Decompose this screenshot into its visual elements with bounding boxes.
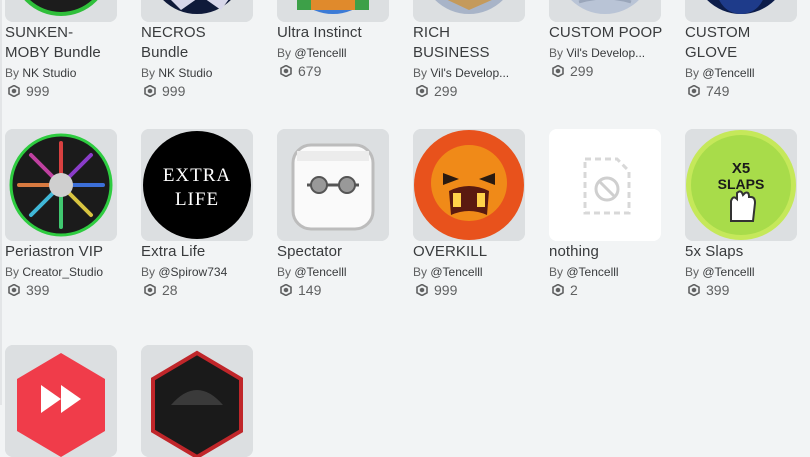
item-card[interactable]: X5 SLAPS 5x Slaps By @Tencelll 399 — [685, 129, 799, 299]
item-thumbnail[interactable] — [141, 0, 253, 22]
item-price: 399 — [685, 281, 799, 299]
svg-text:SLAPS: SLAPS — [718, 176, 765, 192]
robux-icon — [144, 85, 156, 97]
item-creator[interactable]: By Vil's Develop... — [413, 65, 527, 81]
item-thumbnail[interactable] — [5, 0, 117, 22]
item-card[interactable]: NECROS Bundle By NK Studio 999 — [141, 0, 255, 100]
robux-icon — [416, 284, 428, 296]
item-thumbnail[interactable] — [549, 0, 661, 22]
item-creator[interactable]: By NK Studio — [141, 65, 255, 81]
item-card[interactable]: OVERKILL By @Tencelll 999 — [413, 129, 527, 299]
item-thumbnail[interactable] — [5, 129, 117, 241]
item-card[interactable]: Periastron VIP By Creator_Studio 399 — [5, 129, 119, 299]
item-thumbnail[interactable]: X5 SLAPS — [685, 129, 797, 241]
item-card[interactable]: CUSTOM POOP By Vil's Develop... 299 — [549, 0, 663, 80]
robux-icon — [280, 284, 292, 296]
item-thumbnail[interactable] — [685, 0, 797, 22]
item-price: 999 — [141, 82, 255, 100]
item-title[interactable]: Spectator — [277, 242, 391, 262]
item-creator[interactable]: By @Spirow734 — [141, 264, 255, 280]
item-title[interactable]: CUSTOM GLOVE — [685, 23, 799, 63]
item-title[interactable]: nothing — [549, 242, 663, 262]
robux-icon — [552, 65, 564, 77]
item-price: 999 — [5, 82, 119, 100]
item-card[interactable]: RICH BUSINESS By Vil's Develop... 299 — [413, 0, 527, 100]
item-creator[interactable]: By @Tencelll — [277, 45, 391, 61]
item-creator[interactable]: By Creator_Studio — [5, 264, 119, 280]
item-title[interactable]: SUNKEN- MOBY Bundle — [5, 23, 119, 63]
item-thumbnail[interactable] — [277, 0, 389, 22]
item-price: 299 — [413, 82, 527, 100]
item-card[interactable]: nothing By @Tencelll 2 — [549, 129, 663, 299]
item-card[interactable]: Spectator By @Tencelll 149 — [277, 129, 391, 299]
item-title[interactable]: Periastron VIP — [5, 242, 119, 262]
robux-icon — [688, 284, 700, 296]
item-price: 399 — [5, 281, 119, 299]
robux-icon — [552, 284, 564, 296]
item-card[interactable] — [141, 345, 255, 457]
item-price: 2 — [549, 281, 663, 299]
item-card[interactable]: Ultra Instinct By @Tencelll 679 — [277, 0, 391, 80]
item-card[interactable] — [5, 345, 119, 457]
svg-text:LIFE: LIFE — [175, 189, 219, 210]
item-title[interactable]: OVERKILL — [413, 242, 527, 262]
item-creator[interactable]: By @Tencelll — [685, 264, 799, 280]
item-title[interactable]: CUSTOM POOP — [549, 23, 663, 43]
item-title[interactable]: 5x Slaps — [685, 242, 799, 262]
robux-icon — [688, 85, 700, 97]
item-title[interactable]: Extra Life — [141, 242, 255, 262]
item-thumbnail[interactable] — [5, 345, 117, 457]
robux-icon — [8, 85, 20, 97]
item-price: 679 — [277, 62, 391, 80]
item-thumbnail[interactable] — [413, 129, 525, 241]
item-creator[interactable]: By @Tencelll — [685, 65, 799, 81]
item-grid: SUNKEN- MOBY Bundle By NK Studio 999 NEC… — [0, 0, 810, 457]
item-thumbnail[interactable]: EXTRA LIFE — [141, 129, 253, 241]
fast-forward-icon — [5, 345, 117, 457]
item-price: 149 — [277, 281, 391, 299]
item-creator[interactable]: By @Tencelll — [277, 264, 391, 280]
item-creator[interactable]: By @Tencelll — [549, 264, 663, 280]
item-title[interactable]: RICH BUSINESS — [413, 23, 527, 63]
item-creator[interactable]: By @Tencelll — [413, 264, 527, 280]
item-thumbnail[interactable] — [549, 129, 661, 241]
item-creator[interactable]: By Vil's Develop... — [549, 45, 663, 61]
robux-icon — [416, 85, 428, 97]
robux-icon — [8, 284, 20, 296]
svg-text:X5: X5 — [732, 160, 750, 177]
item-thumbnail[interactable] — [277, 129, 389, 241]
item-creator[interactable]: By NK Studio — [5, 65, 119, 81]
item-title[interactable]: NECROS Bundle — [141, 23, 255, 63]
broken-image-icon — [549, 129, 661, 241]
item-price: 999 — [413, 281, 527, 299]
item-title[interactable]: Ultra Instinct — [277, 23, 391, 43]
extra-life-thumb-text: EXTRA — [163, 165, 231, 186]
item-card[interactable]: SUNKEN- MOBY Bundle By NK Studio 999 — [5, 0, 119, 100]
item-thumbnail[interactable] — [141, 345, 253, 457]
item-thumbnail[interactable] — [413, 0, 525, 22]
item-card[interactable]: EXTRA LIFE Extra Life By @Spirow734 28 — [141, 129, 255, 299]
robux-icon — [280, 65, 292, 77]
item-price: 299 — [549, 62, 663, 80]
item-price: 28 — [141, 281, 255, 299]
robux-icon — [144, 284, 156, 296]
item-price: 749 — [685, 82, 799, 100]
item-card[interactable]: CUSTOM GLOVE By @Tencelll 749 — [685, 0, 799, 100]
